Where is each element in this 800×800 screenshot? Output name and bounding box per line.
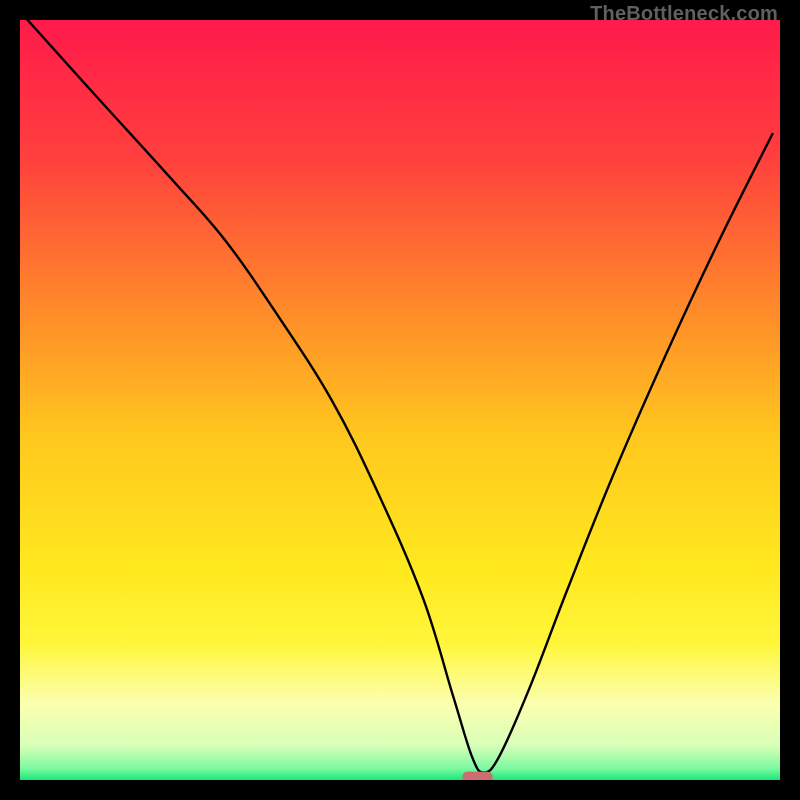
- gradient-background: [20, 20, 780, 780]
- chart-canvas: TheBottleneck.com: [0, 0, 800, 800]
- optimal-marker: [462, 772, 492, 780]
- plot-area: [20, 20, 780, 780]
- plot-svg: [20, 20, 780, 780]
